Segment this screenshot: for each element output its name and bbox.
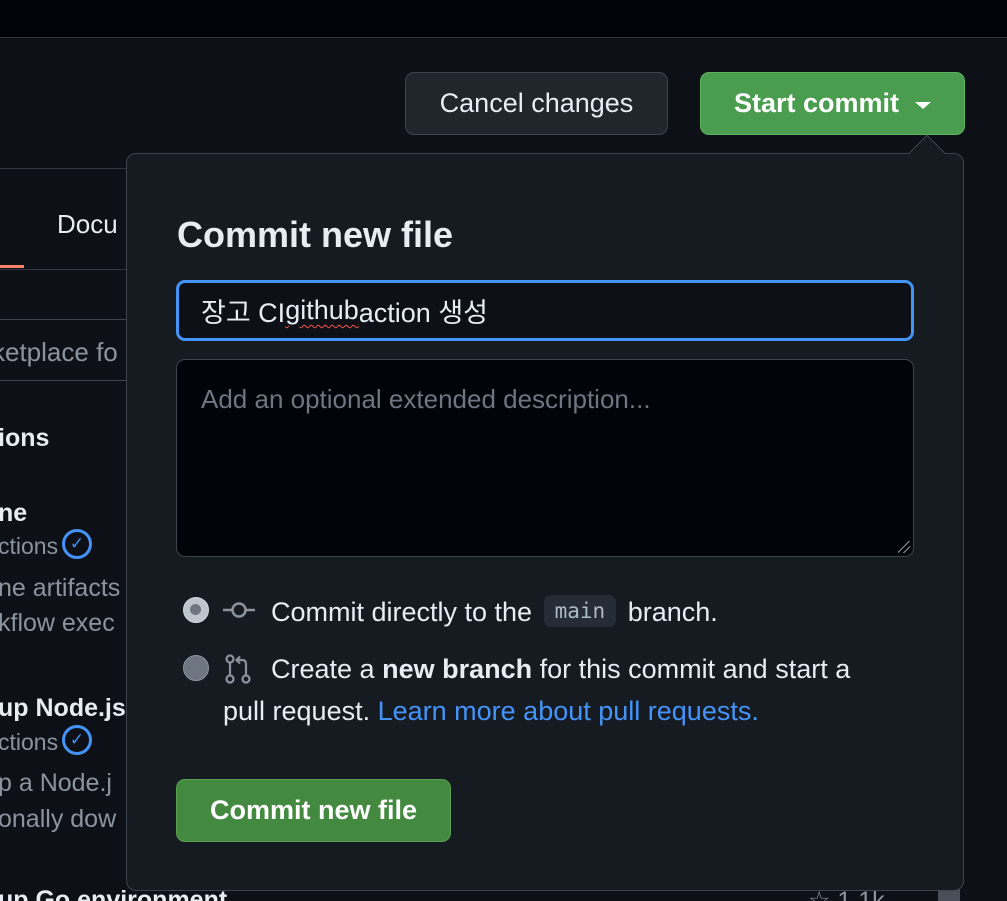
action-description: onally dow (0, 805, 117, 833)
git-commit-icon (223, 602, 255, 618)
commit-new-file-button[interactable]: Commit new file (176, 779, 451, 842)
action-description: p a Node.j (0, 769, 112, 797)
git-pull-request-icon (225, 654, 251, 684)
option-new-branch-label: Create a new branch for this commit and … (271, 654, 850, 685)
radio-commit-direct[interactable] (183, 597, 209, 623)
section-heading: ions (0, 424, 50, 452)
popover-title: Commit new file (177, 214, 454, 255)
summary-text-part: action 생성 (358, 298, 488, 328)
verified-badge-icon: ✓ (62, 529, 92, 559)
action-name[interactable]: ne (0, 499, 27, 528)
summary-text-part: 장고 CI (201, 298, 286, 328)
action-description: kflow exec (0, 609, 115, 637)
radio-new-branch[interactable] (183, 655, 209, 681)
option-new-branch-suffix: for this commit and start a (539, 654, 851, 684)
verified-badge-icon: ✓ (62, 725, 92, 755)
action-publisher[interactable]: ctions (0, 729, 58, 756)
action-name[interactable]: up Node.js (0, 694, 126, 723)
option-new-branch-line2-text: pull request. (223, 696, 371, 726)
description-placeholder: Add an optional extended description... (201, 384, 651, 414)
option-direct-prefix: Commit directly to the (271, 597, 533, 627)
caret-down-icon (915, 102, 932, 109)
resize-handle-icon[interactable] (898, 541, 910, 553)
commit-new-file-label: Commit new file (209, 795, 418, 825)
option-new-branch-prefix: Create a (271, 654, 375, 684)
top-bar (0, 0, 1007, 38)
option-direct-suffix: branch. (627, 597, 718, 627)
commit-summary-input[interactable]: 장고 CI github action 생성 (176, 280, 914, 341)
start-commit-button[interactable]: Start commit (700, 72, 965, 135)
option-new-branch-bold: new branch (382, 654, 533, 684)
active-tab-underline (0, 265, 24, 268)
action-description: ne artifacts (0, 574, 121, 602)
cancel-changes-label: Cancel changes (439, 88, 634, 118)
marketplace-search-placeholder: ketplace fo (0, 337, 118, 367)
action-publisher[interactable]: ctions (0, 533, 58, 560)
cancel-changes-button[interactable]: Cancel changes (405, 72, 668, 135)
tab-documentation[interactable]: Docu (57, 209, 118, 240)
start-commit-label: Start commit (733, 88, 900, 118)
summary-text-misspelled: github (285, 295, 359, 325)
branch-name-chip: main (543, 595, 617, 627)
option-new-branch-line2: pull request. Learn more about pull requ… (223, 696, 759, 727)
option-direct-label: Commit directly to the main branch. (271, 595, 718, 628)
tabs-divider (0, 269, 140, 270)
learn-more-pull-requests-link[interactable]: Learn more about pull requests. (378, 696, 759, 726)
marketplace-panel: e Docu ketplace fo ions ne ctions ✓ ne a… (0, 168, 140, 901)
commit-description-textarea[interactable]: Add an optional extended description... (176, 359, 914, 557)
